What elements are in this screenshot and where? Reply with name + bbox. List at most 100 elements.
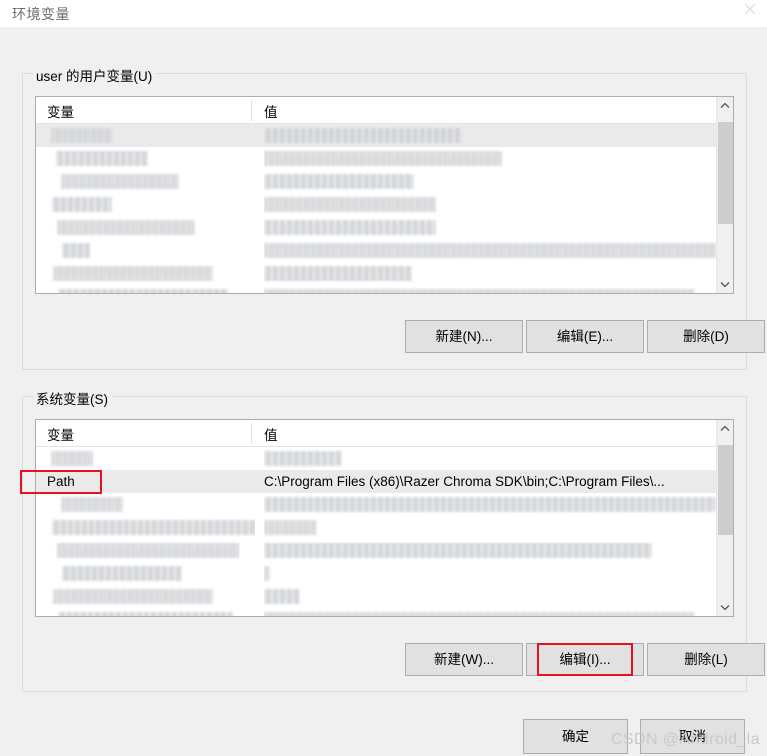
censored-text bbox=[57, 543, 239, 558]
cancel-button[interactable]: 取消 bbox=[640, 719, 745, 754]
system-edit-button[interactable]: 编辑(I)... bbox=[526, 643, 644, 676]
cell-variable bbox=[47, 493, 255, 516]
table-row[interactable] bbox=[36, 608, 716, 616]
user-list-scrollbar[interactable] bbox=[716, 97, 733, 293]
system-rows-container: Path C:\Program Files (x86)\Razer Chroma … bbox=[36, 447, 716, 616]
censored-text bbox=[62, 566, 182, 581]
user-delete-button[interactable]: 删除(D) bbox=[647, 320, 765, 353]
system-list-header: 变量 值 bbox=[36, 420, 716, 447]
censored-text bbox=[52, 197, 112, 212]
chevron-up-icon[interactable] bbox=[717, 420, 733, 437]
cell-value bbox=[264, 285, 716, 293]
censored-text bbox=[58, 289, 228, 293]
censored-text bbox=[51, 128, 113, 143]
cell-value bbox=[264, 216, 716, 239]
censored-text bbox=[264, 497, 716, 512]
censored-text bbox=[53, 589, 213, 604]
table-row[interactable] bbox=[36, 262, 716, 285]
censored-text bbox=[264, 589, 300, 604]
table-row[interactable] bbox=[36, 539, 716, 562]
cell-variable bbox=[47, 285, 255, 293]
table-row[interactable] bbox=[36, 124, 716, 147]
cell-value bbox=[264, 539, 716, 562]
user-new-button[interactable]: 新建(N)... bbox=[405, 320, 523, 353]
column-header-value[interactable]: 值 bbox=[264, 424, 278, 444]
column-divider bbox=[251, 100, 252, 121]
table-row[interactable] bbox=[36, 493, 716, 516]
censored-text bbox=[58, 612, 233, 616]
censored-text bbox=[264, 151, 502, 166]
table-row[interactable] bbox=[36, 562, 716, 585]
censored-text bbox=[61, 497, 123, 512]
cell-variable bbox=[47, 216, 255, 239]
cell-variable bbox=[47, 516, 255, 539]
user-variables-list[interactable]: 变量 值 bbox=[35, 96, 734, 294]
censored-text bbox=[264, 220, 436, 235]
cell-value bbox=[264, 493, 716, 516]
table-row[interactable] bbox=[36, 170, 716, 193]
table-row[interactable] bbox=[36, 447, 716, 470]
cell-value bbox=[264, 124, 716, 147]
table-row[interactable] bbox=[36, 147, 716, 170]
table-row[interactable] bbox=[36, 285, 716, 293]
system-delete-button[interactable]: 删除(L) bbox=[647, 643, 765, 676]
table-row[interactable] bbox=[36, 216, 716, 239]
cell-value bbox=[264, 585, 716, 608]
window-title: 环境变量 bbox=[12, 6, 70, 22]
cell-value bbox=[264, 239, 716, 262]
censored-text bbox=[61, 174, 179, 189]
user-list-header: 变量 值 bbox=[36, 97, 716, 124]
censored-text bbox=[264, 174, 414, 189]
system-variables-list[interactable]: 变量 值 Path C:\Program Files (x86)\Razer Ch… bbox=[35, 419, 734, 617]
censored-text bbox=[264, 128, 462, 143]
cell-variable bbox=[47, 193, 255, 216]
cell-value bbox=[264, 608, 716, 616]
cell-value bbox=[264, 447, 716, 470]
cell-value bbox=[264, 193, 716, 216]
user-variables-label: user 的用户变量(U) bbox=[33, 65, 157, 85]
cell-variable bbox=[47, 585, 255, 608]
system-variables-label: 系统变量(S) bbox=[33, 388, 112, 408]
censored-text bbox=[264, 289, 694, 293]
table-row[interactable] bbox=[36, 193, 716, 216]
column-header-variable[interactable]: 变量 bbox=[47, 101, 74, 121]
censored-text bbox=[264, 451, 342, 466]
censored-text bbox=[264, 612, 694, 616]
chevron-up-icon[interactable] bbox=[717, 97, 733, 114]
censored-text bbox=[56, 151, 148, 166]
censored-text bbox=[264, 543, 652, 558]
chevron-down-icon[interactable] bbox=[717, 276, 733, 293]
scrollbar-thumb[interactable] bbox=[718, 121, 733, 224]
censored-text bbox=[264, 520, 316, 535]
column-divider bbox=[251, 423, 252, 444]
close-icon[interactable] bbox=[739, 1, 761, 17]
cell-variable bbox=[47, 170, 255, 193]
column-header-value[interactable]: 值 bbox=[264, 101, 278, 121]
table-row[interactable] bbox=[36, 239, 716, 262]
chevron-down-icon[interactable] bbox=[717, 599, 733, 616]
table-row[interactable] bbox=[36, 516, 716, 539]
scrollbar-thumb[interactable] bbox=[718, 444, 733, 535]
table-row[interactable]: Path C:\Program Files (x86)\Razer Chroma … bbox=[36, 470, 716, 493]
system-new-button[interactable]: 新建(W)... bbox=[405, 643, 523, 676]
cell-variable bbox=[47, 239, 255, 262]
censored-text bbox=[51, 451, 93, 466]
environment-variables-dialog: 环境变量 user 的用户变量(U) 变量 值 新建(N)... 编辑(E)..… bbox=[0, 0, 767, 756]
user-rows-container bbox=[36, 124, 716, 293]
cell-variable bbox=[47, 539, 255, 562]
user-edit-button[interactable]: 编辑(E)... bbox=[526, 320, 644, 353]
column-header-variable[interactable]: 变量 bbox=[47, 424, 74, 444]
censored-text bbox=[264, 266, 412, 281]
censored-text bbox=[57, 220, 195, 235]
cell-value bbox=[264, 262, 716, 285]
cell-value bbox=[264, 516, 716, 539]
cell-variable bbox=[47, 562, 255, 585]
cell-value: C:\Program Files (x86)\Razer Chroma SDK\… bbox=[264, 474, 665, 489]
cell-variable bbox=[47, 608, 255, 616]
table-row[interactable] bbox=[36, 585, 716, 608]
censored-text bbox=[62, 243, 90, 258]
ok-button[interactable]: 确定 bbox=[523, 719, 628, 754]
system-list-scrollbar[interactable] bbox=[716, 420, 733, 616]
cell-value bbox=[264, 170, 716, 193]
cell-value bbox=[264, 562, 716, 585]
